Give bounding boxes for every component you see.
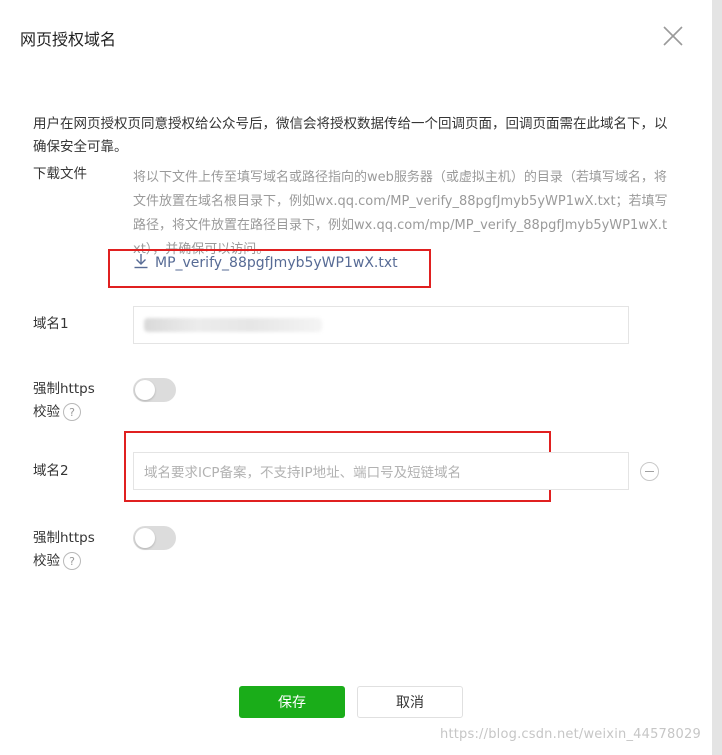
download-hint: 将以下文件上传至填写域名或路径指向的web服务器（或虚拟主机）的目录（若填写域名… — [133, 170, 668, 257]
https1-toggle[interactable] — [133, 378, 176, 402]
close-icon[interactable] — [660, 23, 686, 49]
https2-label-text: 校验 — [33, 553, 60, 569]
download-file-link[interactable]: MP_verify_88pgfJmyb5yWP1wX.txt — [133, 253, 398, 273]
https1-label-line2: 校验? — [33, 401, 81, 424]
watermark-text: https://blog.csdn.net/weixin_44578029 — [440, 727, 701, 742]
domain1-label: 域名1 — [33, 316, 69, 332]
https2-label-line2: 校验? — [33, 550, 81, 573]
https1-label-text: 校验 — [33, 404, 60, 420]
save-button[interactable]: 保存 — [239, 686, 345, 718]
download-label: 下载文件 — [33, 166, 87, 182]
download-icon — [133, 253, 149, 273]
dialog-title: 网页授权域名 — [20, 30, 117, 49]
domain1-input[interactable] — [133, 306, 629, 344]
toggle-knob — [135, 528, 155, 548]
minus-circle-icon[interactable] — [640, 462, 659, 481]
https2-label-line1: 强制https — [33, 530, 95, 546]
https1-label-line1: 强制https — [33, 381, 95, 397]
cancel-button[interactable]: 取消 — [357, 686, 463, 718]
background-strip — [712, 0, 722, 755]
download-file-name: MP_verify_88pgfJmyb5yWP1wX.txt — [155, 255, 398, 271]
domain2-label: 域名2 — [33, 463, 69, 479]
dialog: 网页授权域名 用户在网页授权页同意授权给公众号后，微信会将授权数据传给一个回调页… — [0, 0, 712, 755]
https2-toggle[interactable] — [133, 526, 176, 550]
domain2-placeholder: 域名要求ICP备案，不支持IP地址、端口号及短链域名 — [144, 465, 462, 481]
domain2-input[interactable]: 域名要求ICP备案，不支持IP地址、端口号及短链域名 — [133, 452, 629, 490]
obscured-domain-value — [144, 318, 322, 332]
description-text: 用户在网页授权页同意授权给公众号后，微信会将授权数据传给一个回调页面，回调页面需… — [33, 116, 668, 155]
toggle-knob — [135, 380, 155, 400]
help-icon[interactable]: ? — [63, 403, 81, 421]
help-icon[interactable]: ? — [63, 552, 81, 570]
